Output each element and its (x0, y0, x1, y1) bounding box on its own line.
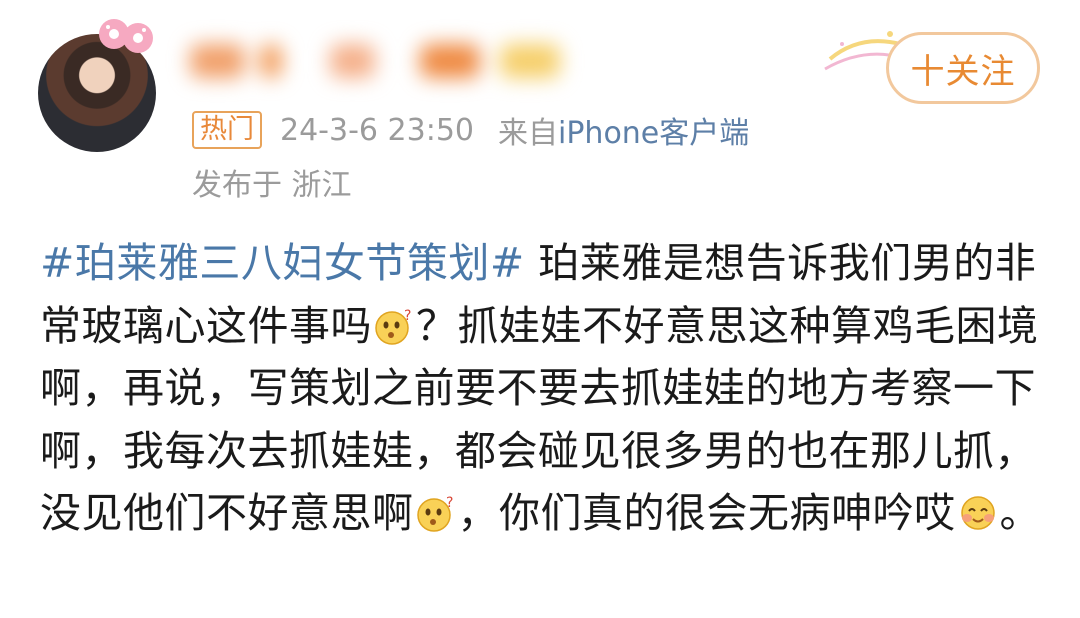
thinking-face-emoji: ? (416, 495, 454, 532)
post-time: 24-3-6 23:50 (280, 112, 474, 148)
blush-face-emoji (960, 496, 995, 530)
hashtag-link[interactable]: #珀莱雅三八妇女节策划# (40, 239, 525, 287)
post-body: #珀莱雅三八妇女节策划# 珀莱雅是想告诉我们男的非常玻璃心这件事吗? ？抓娃娃不好… (40, 232, 1050, 545)
post-meta: 热门 24-3-6 23:50 来自 iPhone客户端 (192, 108, 749, 152)
post-text-4: 。 (999, 489, 1041, 537)
svg-text:?: ? (404, 308, 412, 324)
source-app-link[interactable]: iPhone客户端 (558, 108, 749, 152)
follow-button[interactable]: 十关注 (886, 32, 1040, 104)
donut-badge-icon (99, 19, 153, 53)
svg-text:?: ? (446, 495, 454, 511)
post-text-3: ，你们真的很会无病呻吟哎 (457, 489, 956, 537)
source-prefix: 来自 (498, 116, 558, 151)
thinking-face-emoji: ? (375, 308, 412, 345)
username-blurred[interactable] (190, 36, 570, 90)
post-location: 发布于 浙江 (192, 168, 352, 203)
hot-badge: 热门 (192, 111, 262, 149)
